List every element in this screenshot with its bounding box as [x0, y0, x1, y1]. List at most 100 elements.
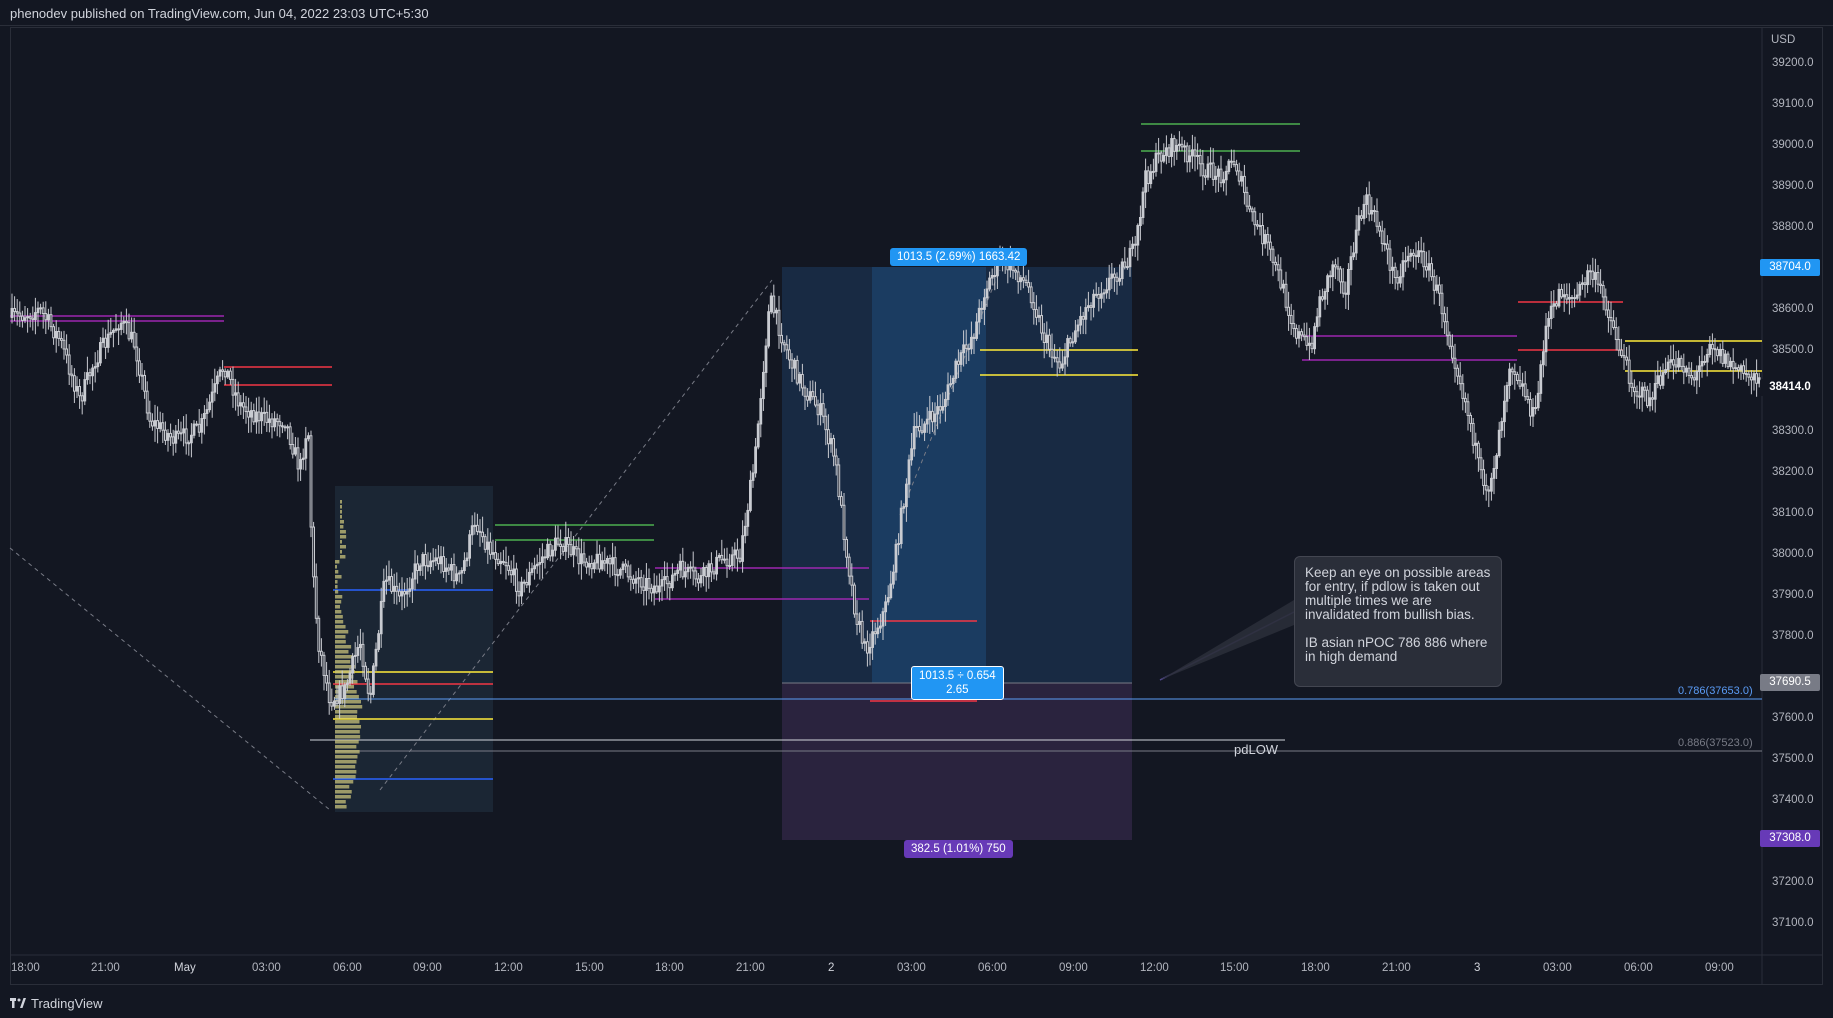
time-tick: 21:00 [1382, 962, 1411, 974]
position-target-label[interactable]: 1013.5 (2.69%) 1663.42 [890, 248, 1028, 266]
candle-body [691, 566, 695, 572]
candle-body [1612, 320, 1615, 328]
candle-body [1388, 248, 1392, 271]
candle-body [1081, 315, 1085, 320]
candle-body [325, 674, 329, 684]
candle-body [1230, 160, 1233, 163]
candle-body [262, 411, 266, 414]
candle-body [1596, 272, 1600, 285]
candle-body [1583, 282, 1587, 286]
candle-body [931, 410, 934, 423]
candle-body [465, 557, 469, 562]
candle-body [1690, 375, 1693, 379]
candle-body [1383, 243, 1387, 246]
candle-body [1451, 345, 1454, 359]
candle-body [951, 377, 955, 385]
candle-body [353, 654, 357, 657]
time-tick: May [174, 962, 196, 974]
candle-body [1066, 338, 1069, 358]
candle-body [730, 554, 734, 566]
candle-body [668, 583, 672, 589]
candle-body [1539, 364, 1543, 394]
candle-body [294, 447, 297, 455]
candle-body [621, 563, 625, 571]
candle-body [31, 317, 35, 321]
candle-body [639, 577, 643, 588]
candle-body [834, 455, 838, 466]
candle-body [1139, 216, 1142, 227]
candle-body [1331, 264, 1335, 278]
candle-body [361, 643, 365, 667]
candle-body [889, 583, 893, 599]
candle-body [595, 553, 599, 564]
candle-body [941, 406, 945, 411]
candle-body [413, 563, 417, 580]
candle-body [873, 631, 877, 635]
candle-body [580, 553, 583, 565]
position-ratio-label[interactable]: 1013.5 ÷ 0.654 2.65 [911, 666, 1004, 700]
position-stop-label[interactable]: 382.5 (1.01%) 750 [904, 840, 1013, 858]
candle-body [613, 557, 617, 576]
volume-profile-bar [335, 750, 360, 754]
candle-body [403, 591, 407, 595]
candle-body [626, 565, 630, 578]
candle-body [1659, 375, 1662, 386]
candle-body [842, 504, 846, 541]
candle-body [1022, 277, 1025, 281]
price-chart[interactable] [0, 0, 1833, 986]
time-tick: 15:00 [1220, 962, 1249, 974]
volume-profile-bar [335, 800, 346, 804]
candle-body [777, 309, 781, 336]
candle-body [1282, 283, 1285, 289]
candle-body [1204, 175, 1207, 178]
candle-body [650, 587, 654, 594]
candle-body [1726, 353, 1730, 368]
candle-body [1295, 328, 1298, 339]
candle-body [122, 320, 126, 324]
candle-body [184, 428, 188, 444]
candle-body [1513, 371, 1517, 375]
annotation-note[interactable]: Keep an eye on possible areas for entry,… [1294, 556, 1502, 687]
candle-body [1544, 325, 1548, 353]
position-stop-zone [782, 683, 1132, 840]
candle-body [1752, 373, 1756, 381]
candle-body [1274, 261, 1277, 266]
brand-name: TradingView [31, 995, 103, 1011]
candle-body [1323, 291, 1327, 300]
candle-body [1648, 397, 1652, 407]
candle-body [1500, 421, 1504, 431]
candle-body [619, 569, 622, 576]
candle-body [1014, 269, 1018, 273]
candle-body [1126, 266, 1129, 269]
candle-body [1245, 191, 1249, 207]
candle-body [1526, 396, 1530, 401]
candle-body [535, 563, 539, 567]
candle-body [1547, 318, 1550, 327]
candle-body [1175, 144, 1179, 152]
price-tick: 37800.0 [1772, 630, 1814, 642]
candle-body [598, 553, 602, 570]
candle-body [174, 430, 178, 444]
candle-body [962, 344, 966, 354]
candle-body [715, 556, 719, 575]
candle-body [1669, 359, 1673, 363]
candle-body [125, 320, 128, 324]
candle-body [954, 360, 958, 379]
candle-body [1458, 375, 1462, 385]
candle-body [1518, 379, 1522, 387]
candle-body [1560, 288, 1563, 298]
candle-body [658, 585, 661, 593]
candle-body [398, 590, 401, 597]
candle-body [1474, 442, 1478, 446]
candle-body [156, 420, 159, 429]
candle-body [1289, 314, 1293, 324]
candle-body [899, 507, 903, 545]
tradingview-brand[interactable]: TradingView [10, 995, 103, 1011]
candle-body [322, 654, 326, 676]
candle-body [491, 552, 495, 555]
candle-body [1578, 283, 1582, 296]
candle-body [273, 418, 277, 428]
candle-body [171, 436, 175, 444]
candle-body [1414, 254, 1418, 258]
candle-body [1037, 315, 1041, 318]
